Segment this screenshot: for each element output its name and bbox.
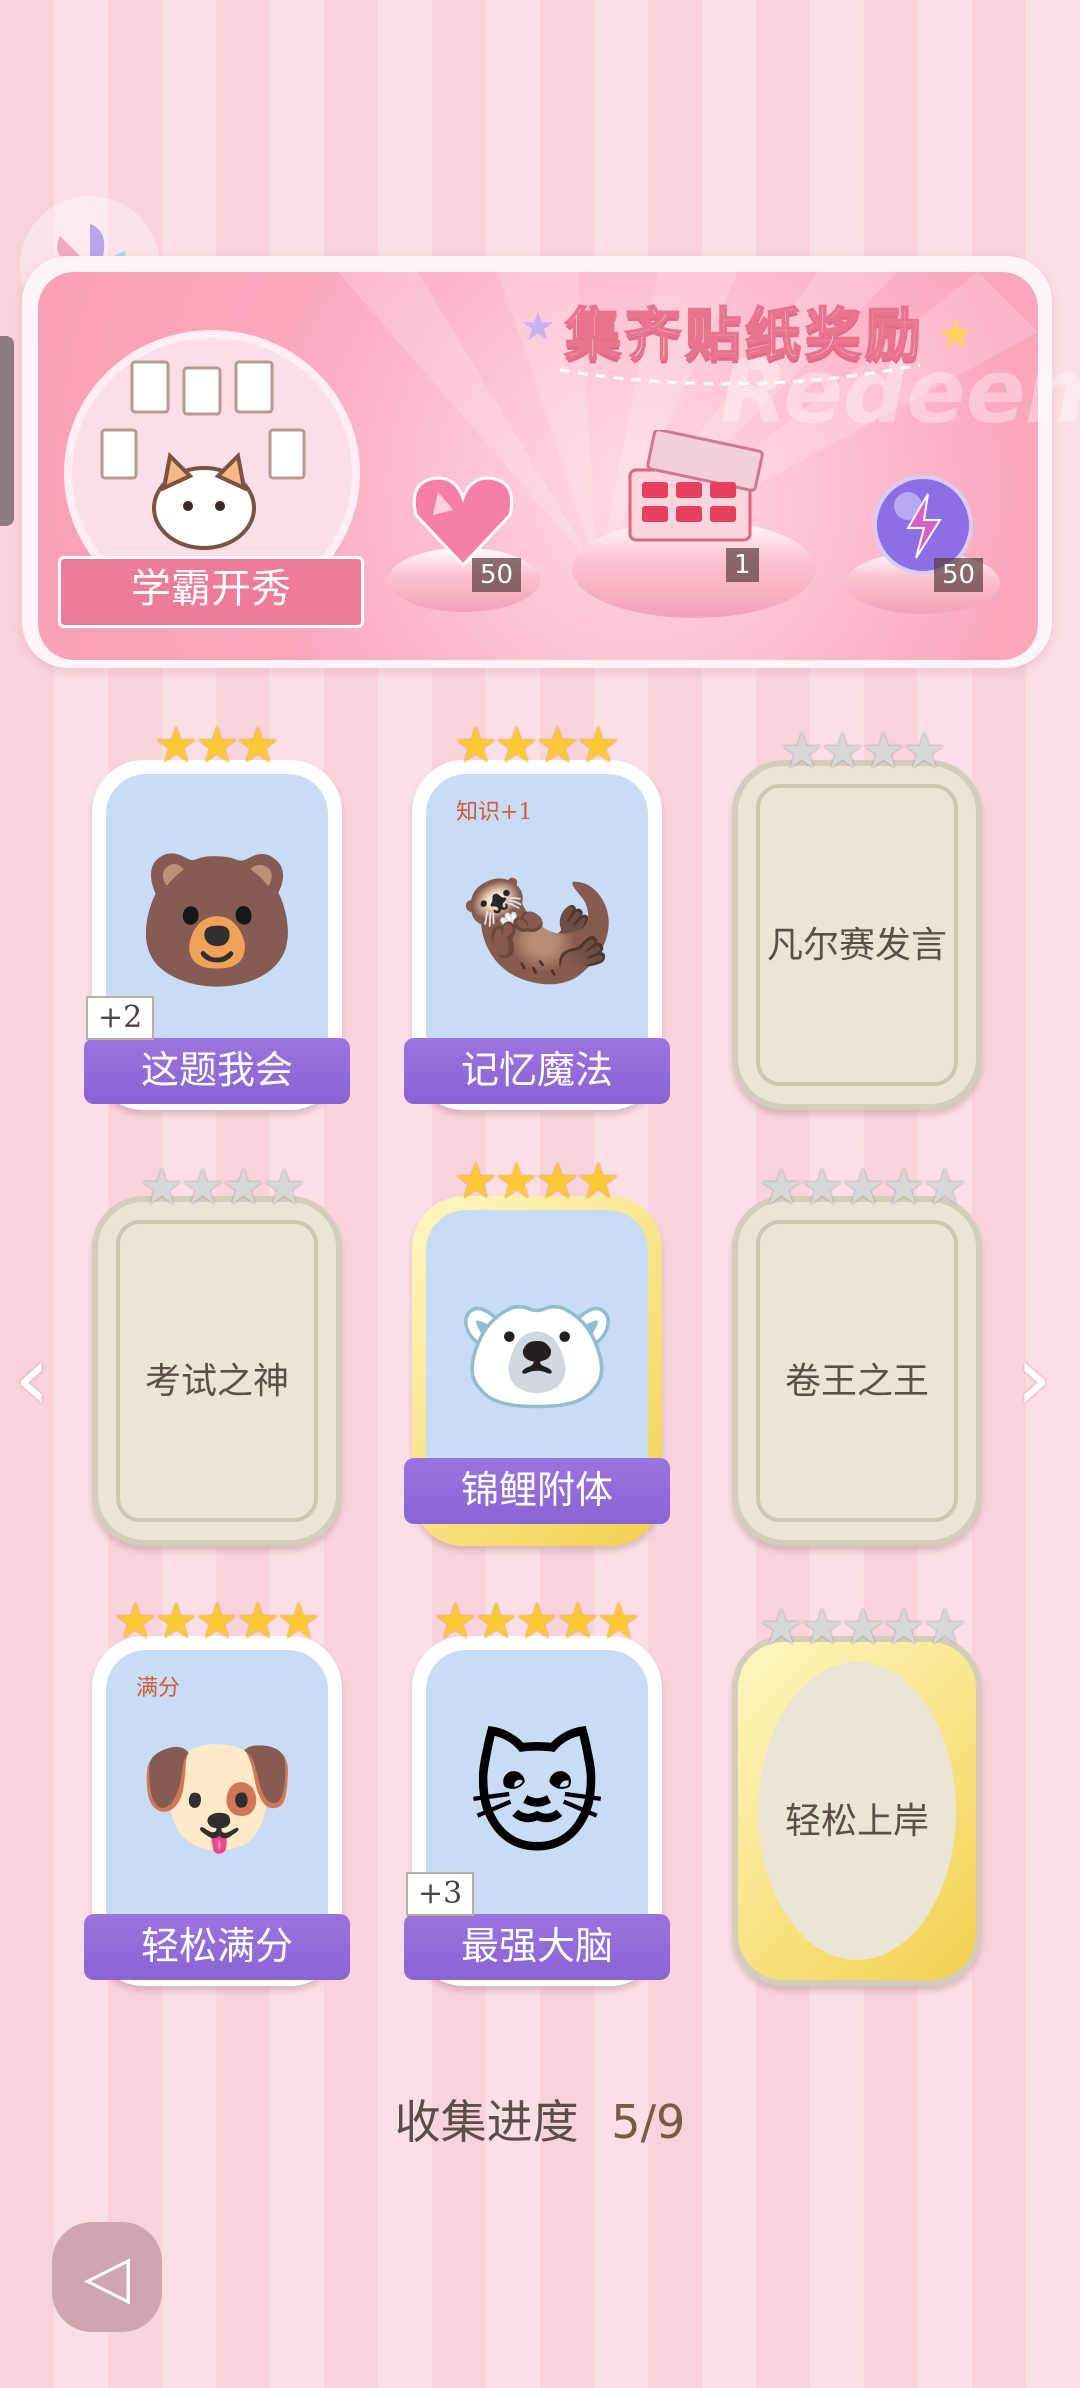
star-icon: ★ (555, 1592, 601, 1650)
star-icon: ★ (575, 1152, 621, 1210)
puppy-full-score-icon: 🐶 满分 (106, 1650, 328, 1950)
star-rating: ★ ★ ★ ★ ★ (738, 1162, 988, 1212)
star-icon: ★ (535, 1152, 580, 1210)
star-icon: ★ (901, 722, 947, 780)
dashed-curve-decoration (560, 363, 920, 386)
gift-box-icon[interactable] (620, 428, 770, 564)
star-rating: ★ ★ ★ ★ ★ (412, 1596, 662, 1646)
sticker-card[interactable]: 🐻‍❄️ 锦鲤附体 ★ ★ ★ ★ (404, 1156, 670, 1546)
star-icon: ★ (153, 716, 199, 774)
star-icon: ★ (799, 1158, 845, 1216)
wizard-otter-icon: 🦦 知识+1 (426, 774, 648, 1074)
star-rating: ★ ★ ★ ★ (738, 726, 988, 776)
star-icon: ★ (494, 1152, 539, 1210)
featured-sticker-label: 学霸开秀 (58, 556, 364, 628)
sticker-card-label: 最强大脑 (404, 1914, 670, 1980)
star-icon: ★ (514, 1592, 560, 1650)
star-rating: ★ ★ ★ ★ (412, 1156, 662, 1206)
star-icon: ★ (194, 716, 240, 774)
sticker-card[interactable]: 轻松上岸 ★ ★ ★ ★ ★ (732, 1602, 982, 1986)
star-icon: ★ (596, 1592, 642, 1650)
star-icon: ★ (861, 722, 906, 780)
reward-count: 50 (472, 558, 522, 592)
star-icon: ★ (881, 1598, 927, 1656)
star-icon: ★ (235, 716, 281, 774)
star-icon: ★ (520, 304, 556, 350)
next-page-arrow[interactable]: › (1016, 1326, 1052, 1431)
star-icon: ★ (938, 312, 974, 358)
star-icon: ★ (840, 1598, 886, 1656)
star-rating: ★ ★ ★ ★ (412, 720, 662, 770)
star-icon: ★ (881, 1158, 927, 1216)
star-icon: ★ (820, 722, 865, 780)
sticker-card-label: 这题我会 (84, 1038, 350, 1104)
collection-progress: 收集进度 5/9 (0, 2086, 1080, 2152)
progress-value: 5/9 (611, 2095, 686, 2149)
star-icon: ★ (799, 1598, 845, 1656)
star-icon: ★ (922, 1158, 968, 1216)
star-icon: ★ (153, 1592, 199, 1650)
art-caption: 知识+1 (456, 800, 533, 825)
locked-sticker-name: 考试之神 (144, 1361, 289, 1402)
star-icon: ★ (432, 1592, 478, 1650)
side-drawer-handle[interactable] (0, 336, 14, 526)
star-icon: ★ (139, 1158, 185, 1216)
sticker-card[interactable]: 🦦 知识+1 记忆魔法 ★ ★ ★ ★ (404, 720, 670, 1110)
star-icon: ★ (494, 716, 539, 774)
star-icon: ★ (276, 1592, 322, 1650)
cat-with-papers-icon (100, 360, 306, 550)
locked-sticker-name: 卷王之王 (784, 1361, 929, 1402)
sticker-card[interactable]: 凡尔赛发言 ★ ★ ★ ★ (732, 726, 982, 1110)
banner-title-area: ★ 集齐贴纸奖励 ★ (520, 290, 974, 386)
star-icon: ★ (575, 716, 621, 774)
star-icon: ★ (112, 1592, 158, 1650)
star-icon: ★ (779, 722, 825, 780)
back-arrow-icon: ◁ (83, 2242, 131, 2312)
locked-sticker-name: 轻松上岸 (784, 1801, 929, 1842)
sticker-card[interactable]: 🐱 最强大脑 +3 ★ ★ ★ ★ ★ (404, 1596, 670, 1986)
sticker-card[interactable]: 卷王之王 ★ ★ ★ ★ ★ (732, 1162, 982, 1546)
star-icon: ★ (453, 716, 499, 774)
duplicate-count-badge: +3 (406, 1872, 475, 1916)
star-icon: ★ (840, 1158, 886, 1216)
star-icon: ★ (235, 1592, 281, 1650)
star-icon: ★ (180, 1158, 225, 1216)
sticker-card-label: 轻松满分 (84, 1914, 350, 1980)
progress-label: 收集进度 (394, 2095, 579, 2149)
sticker-card[interactable]: 🐶 满分 轻松满分 ★ ★ ★ ★ ★ (84, 1596, 350, 1986)
star-rating: ★ ★ ★ ★ (98, 1162, 348, 1212)
sticker-card-label: 锦鲤附体 (404, 1458, 670, 1524)
star-icon: ★ (535, 716, 580, 774)
locked-sticker-name: 凡尔赛发言 (766, 925, 947, 966)
star-icon: ★ (758, 1158, 804, 1216)
star-icon: ★ (194, 1592, 240, 1650)
sticker-card[interactable]: 考试之神 ★ ★ ★ ★ (92, 1162, 342, 1546)
banner-title: 集齐贴纸奖励 (564, 301, 925, 369)
star-rating: ★ ★ ★ ★ ★ (738, 1602, 988, 1652)
star-rating: ★ ★ ★ ★ ★ (92, 1596, 342, 1646)
art-caption: 满分 (136, 1676, 181, 1701)
star-icon: ★ (221, 1158, 266, 1216)
star-icon: ★ (261, 1158, 307, 1216)
star-rating: ★ ★ ★ (92, 720, 342, 770)
star-icon: ★ (473, 1592, 519, 1650)
star-icon: ★ (922, 1598, 968, 1656)
reward-count: 1 (726, 548, 759, 582)
prev-page-arrow[interactable]: ‹ (14, 1326, 50, 1431)
back-button[interactable]: ◁ (52, 2222, 162, 2332)
star-icon: ★ (758, 1598, 804, 1656)
sticker-card[interactable]: 🐻 这题我会 +2 ★ ★ ★ (84, 720, 350, 1110)
reward-count: 50 (934, 558, 984, 592)
duplicate-count-badge: +2 (86, 996, 155, 1040)
sticker-card-label: 记忆魔法 (404, 1038, 670, 1104)
star-icon: ★ (453, 1152, 499, 1210)
